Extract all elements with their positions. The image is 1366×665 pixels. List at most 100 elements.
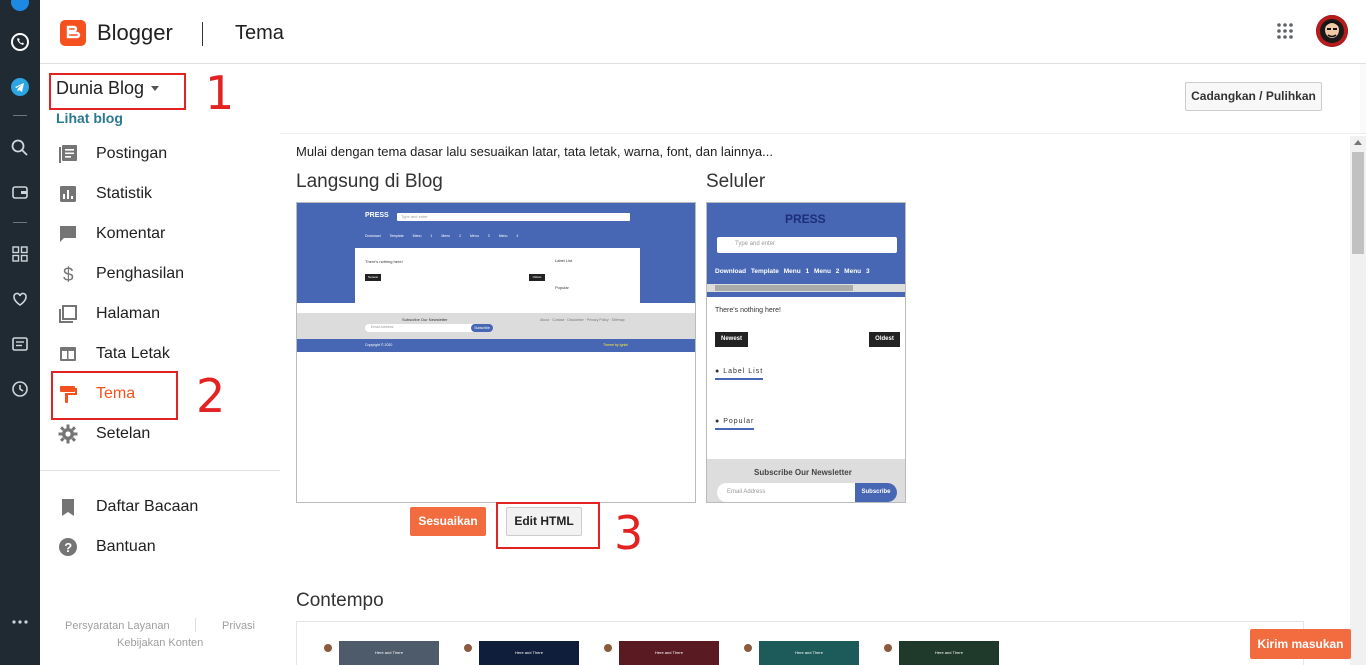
bookmark-icon [62, 499, 74, 516]
messenger-icon[interactable] [10, 0, 30, 12]
svg-text:$: $ [63, 265, 74, 284]
blogger-theme-page: Blogger Tema Dunia Blog Lihat blog Posti… [0, 0, 1366, 665]
rail-divider [13, 115, 27, 116]
preview-nav-item: Download Template [715, 268, 779, 275]
help-icon: ? [59, 538, 77, 556]
svg-text:?: ? [64, 540, 72, 555]
sidebar-item-label: Komentar [96, 225, 166, 242]
gear-icon [58, 424, 78, 444]
send-feedback-button[interactable]: Kirim masukan [1250, 629, 1351, 659]
account-avatar[interactable] [1316, 15, 1348, 47]
preview-empty-text: There's nothing here! [365, 259, 403, 264]
search-icon[interactable] [10, 138, 30, 158]
sidebar: Dunia Blog Lihat blog Postingan Statisti… [40, 64, 280, 665]
sidebar-item-help[interactable]: ? Bantuan [40, 527, 280, 567]
sidebar-item-settings[interactable]: Setelan [40, 414, 280, 454]
sidebar-item-earnings[interactable]: $ Penghasilan [40, 254, 280, 294]
annotation-box-blog-selector [49, 73, 186, 110]
preview-logo: PRESS [785, 212, 826, 226]
vertical-scrollbar[interactable] [1350, 136, 1366, 665]
preview-nav: Download Template Menu 1 Menu 2 Menu 3 M… [365, 234, 518, 238]
preview-content-card [355, 248, 640, 303]
whatsapp-icon[interactable] [10, 32, 30, 52]
wallet-icon[interactable] [10, 182, 30, 202]
pages-icon [59, 305, 77, 323]
preview-nav-item: Menu 2 [813, 268, 840, 275]
preview-nav-item: Menu 3 [844, 268, 870, 275]
scrollbar-thumb[interactable] [1352, 152, 1364, 254]
layout-icon [60, 347, 76, 361]
preview-search-placeholder: Type and enter [401, 214, 428, 219]
preview-email-placeholder: Email Address [727, 489, 766, 495]
sidebar-item-label: Penghasilan [96, 265, 185, 282]
preview-copyright: Copyright © 2020 [365, 343, 393, 347]
comments-icon [60, 226, 76, 242]
thumb-avatar [604, 644, 612, 652]
preview-nav-item: Menu 1 [783, 268, 810, 275]
theme-thumb[interactable]: Here and There [737, 641, 859, 665]
thumb-caption: Here and There [795, 650, 823, 655]
sidebar-divider [40, 470, 280, 471]
heart-icon[interactable] [10, 289, 30, 309]
notes-icon[interactable] [10, 334, 30, 354]
theme-thumb[interactable]: Here and There [457, 641, 579, 665]
preview-footer [297, 313, 695, 339]
preview-bottom-bar [297, 339, 695, 352]
sidebar-item-stats[interactable]: Statistik [40, 174, 280, 214]
mobile-theme-preview[interactable]: PRESS Type and enter Download Template M… [706, 202, 906, 503]
sidebar-item-label: Setelan [96, 425, 151, 442]
preview-oldest: Oldest [869, 332, 900, 347]
preview-nav-item: Menu 2 [441, 234, 462, 238]
preview-search-placeholder: Type and enter [735, 241, 776, 247]
preview-subscribe: Subscribe [855, 483, 897, 502]
stats-icon [60, 186, 76, 202]
annotation-box-theme [51, 371, 178, 420]
thumb-avatar [884, 644, 892, 652]
preview-newest: Newest [365, 274, 381, 281]
thumb-caption: Here and There [655, 650, 683, 655]
annotation-number: 2 [196, 369, 226, 423]
page-title: Tema [235, 22, 284, 44]
sidebar-item-posts[interactable]: Postingan [40, 134, 280, 174]
preview-newsletter: Subscribe Our Newsletter [402, 317, 448, 322]
blogger-logo-icon[interactable] [60, 20, 86, 46]
sidebar-item-label: Statistik [96, 185, 153, 202]
history-icon[interactable] [10, 379, 30, 399]
intro-text: Mulai dengan tema dasar lalu sesuaikan l… [296, 144, 773, 159]
sidebar-item-reading-list[interactable]: Daftar Bacaan [40, 487, 280, 527]
annotation-box-edit-html [496, 502, 600, 549]
desktop-theme-preview[interactable]: PRESS Type and enter Download Template M… [296, 202, 696, 503]
more-icon[interactable] [10, 612, 30, 632]
preview-popular: Popular [555, 285, 569, 290]
privacy-link[interactable]: Privasi [222, 620, 255, 632]
content-policy-link[interactable]: Kebijakan Konten [117, 637, 203, 649]
sidebar-item-pages[interactable]: Halaman [40, 294, 280, 334]
footer-divider [195, 618, 196, 632]
theme-thumb[interactable]: Here and There [877, 641, 999, 665]
preview-nav-item: Menu 3 [470, 234, 490, 238]
earnings-icon: $ [63, 265, 74, 284]
google-apps-icon[interactable] [1276, 22, 1294, 40]
preview-nav-item: Download Template [365, 234, 404, 238]
scroll-up-arrow-icon[interactable] [1354, 140, 1362, 145]
header-divider [202, 22, 203, 46]
view-blog-link[interactable]: Lihat blog [56, 110, 123, 126]
preview-logo: PRESS [365, 212, 389, 219]
sidebar-item-comments[interactable]: Komentar [40, 214, 280, 254]
preview-newsletter: Subscribe Our Newsletter [754, 468, 852, 477]
backup-restore-button[interactable]: Cadangkan / Pulihkan [1185, 82, 1322, 111]
customize-button[interactable]: Sesuaikan [410, 507, 486, 536]
live-on-blog-title: Langsung di Blog [296, 171, 443, 192]
theme-thumb[interactable]: Here and There [597, 641, 719, 665]
telegram-icon[interactable] [10, 77, 30, 97]
preview-nav: Download Template Menu 1 Menu 2 Menu 3 [715, 268, 870, 275]
preview-scrollbar-thumb [715, 285, 853, 291]
thumb-caption: Here and There [935, 650, 963, 655]
apps-grid-icon[interactable] [10, 244, 30, 264]
sidebar-item-layout[interactable]: Tata Letak [40, 334, 280, 374]
theme-thumb[interactable]: Here and There [317, 641, 439, 665]
terms-link[interactable]: Persyaratan Layanan [65, 620, 170, 632]
preview-popular: ● Popular [715, 418, 755, 430]
brand-name[interactable]: Blogger [97, 20, 173, 46]
posts-icon [59, 145, 77, 163]
